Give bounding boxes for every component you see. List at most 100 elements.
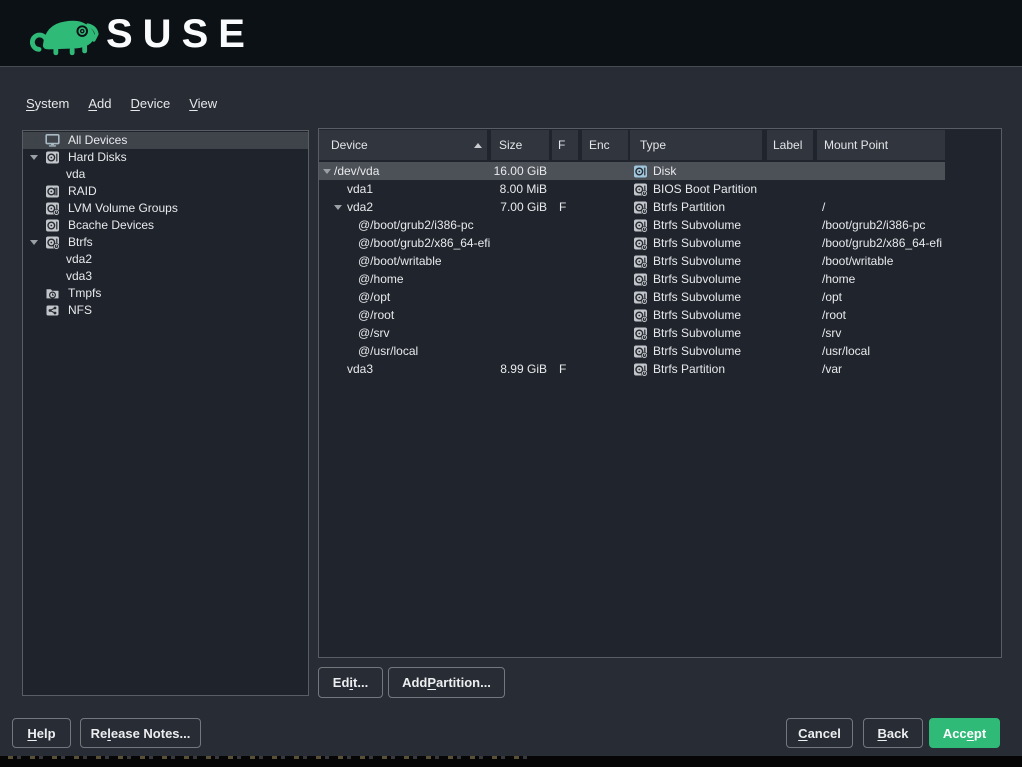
mount-point-cell: /boot/writable — [822, 252, 893, 270]
device-cell: vda1 — [347, 180, 373, 198]
size-cell: 8.99 GiB — [487, 360, 547, 378]
tree-label: NFS — [68, 302, 92, 319]
table-row-opt[interactable]: @/opt Btrfs Subvolume/opt — [319, 288, 1001, 306]
type-cell: Btrfs Partition — [653, 360, 725, 378]
cancel-button[interactable]: Cancel — [786, 718, 853, 748]
sidebar-item-all-devices[interactable]: All Devices — [23, 132, 308, 149]
sort-ascending-icon — [474, 143, 482, 148]
table-row-vda1[interactable]: vda1 8.00 MiB BIOS Boot Partition — [319, 180, 1001, 198]
device-cell: @/boot/grub2/x86_64-efi — [358, 234, 490, 252]
column-header-size[interactable]: Size — [491, 130, 549, 160]
hdd-raid-icon — [45, 184, 60, 199]
size-cell: 7.00 GiB — [487, 198, 547, 216]
monitor-icon — [45, 133, 60, 148]
device-cell: @/boot/grub2/i386-pc — [358, 216, 474, 234]
subvolume-icon — [633, 254, 648, 269]
sidebar-item-vda2[interactable]: vda2 — [23, 251, 308, 268]
device-cell: @/usr/local — [358, 342, 418, 360]
back-button[interactable]: Back — [863, 718, 923, 748]
expander-icon[interactable] — [30, 155, 38, 160]
expander-icon[interactable] — [323, 169, 331, 174]
sidebar-item-tmpfs[interactable]: Tmpfs — [23, 285, 308, 302]
tree-label: vda3 — [66, 268, 92, 285]
folder-clock-icon — [45, 286, 60, 301]
menu-system[interactable]: System — [24, 95, 71, 112]
type-cell: Btrfs Subvolume — [653, 288, 741, 306]
column-header-label[interactable]: Label — [767, 130, 813, 160]
tree-label: Hard Disks — [68, 149, 127, 166]
device-cell: @/srv — [358, 324, 390, 342]
table-row-root[interactable]: @/root Btrfs Subvolume/root — [319, 306, 1001, 324]
help-button[interactable]: Help — [12, 718, 71, 748]
tree-label: LVM Volume Groups — [68, 200, 178, 217]
column-header-device[interactable]: Device — [319, 130, 487, 160]
sidebar-item-vda[interactable]: vda — [23, 166, 308, 183]
device-cell: @/opt — [358, 288, 390, 306]
type-cell: BIOS Boot Partition — [653, 180, 757, 198]
menubar: System Add Device View — [24, 95, 219, 112]
subvolume-icon — [633, 272, 648, 287]
table-row-usr-local[interactable]: @/usr/local Btrfs Subvolume/usr/local — [319, 342, 1001, 360]
table-row-boot-grub2-x86-64-efi[interactable]: @/boot/grub2/x86_64-efi Btrfs Subvolume /… — [319, 234, 1001, 252]
table-row-boot-writable[interactable]: @/boot/writable Btrfs Subvolume/boot/wri… — [319, 252, 1001, 270]
type-cell: Btrfs Subvolume — [653, 306, 741, 324]
device-table-header: DeviceSizeFEncTypeLabelMount Point — [319, 130, 1001, 160]
column-header-f[interactable]: F — [552, 130, 578, 160]
subvolume-icon — [633, 308, 648, 323]
subvolume-icon — [633, 218, 648, 233]
sidebar-item-vda3[interactable]: vda3 — [23, 268, 308, 285]
type-cell: Btrfs Subvolume — [653, 270, 741, 288]
type-cell: Btrfs Subvolume — [653, 234, 741, 252]
mount-point-cell: /home — [822, 270, 855, 288]
tree-label: vda — [66, 166, 85, 183]
menu-view[interactable]: View — [187, 95, 219, 112]
type-cell: Btrfs Partition — [653, 198, 725, 216]
device-cell: /dev/vda — [334, 162, 379, 180]
mount-point-cell: /boot/grub2/x86_64-efi — [822, 234, 942, 252]
sidebar-item-bcache-devices[interactable]: Bcache Devices — [23, 217, 308, 234]
console-remnant-strip — [0, 756, 1022, 767]
size-cell: 8.00 MiB — [487, 180, 547, 198]
column-header-mount-point[interactable]: Mount Point — [817, 130, 945, 160]
mount-point-cell: /boot/grub2/i386-pc — [822, 216, 925, 234]
edit-button[interactable]: Edit... — [318, 667, 383, 698]
table-row-home[interactable]: @/home Btrfs Subvolume/home — [319, 270, 1001, 288]
sidebar-item-btrfs[interactable]: Btrfs — [23, 234, 308, 251]
format-flag-cell: F — [559, 360, 566, 378]
mount-point-cell: /usr/local — [822, 342, 870, 360]
device-cell: @/boot/writable — [358, 252, 442, 270]
mount-point-cell: /var — [822, 360, 842, 378]
expander-icon[interactable] — [30, 240, 38, 245]
type-cell: Btrfs Subvolume — [653, 324, 741, 342]
sidebar-item-raid[interactable]: RAID — [23, 183, 308, 200]
menu-add[interactable]: Add — [86, 95, 113, 112]
table-row-vda2[interactable]: vda27.00 GiBF Btrfs Partition/ — [319, 198, 1001, 216]
brand-wordmark: SUSE — [106, 12, 255, 56]
release-notes-button[interactable]: Release Notes... — [80, 718, 201, 748]
table-row-boot-grub2-i386-pc[interactable]: @/boot/grub2/i386-pc Btrfs Subvolume/boo… — [319, 216, 1001, 234]
sidebar-item-nfs[interactable]: NFS — [23, 302, 308, 319]
device-cell: vda2 — [347, 198, 373, 216]
mount-point-cell: /root — [822, 306, 846, 324]
table-row-vda3[interactable]: vda38.99 GiBF Btrfs Partition/var — [319, 360, 1001, 378]
device-table-panel: DeviceSizeFEncTypeLabelMount Point /dev/… — [318, 128, 1002, 658]
column-header-type[interactable]: Type — [630, 130, 762, 160]
subvolume-icon — [633, 236, 648, 251]
table-row-dev-vda[interactable]: /dev/vda16.00 GiB Disk — [319, 162, 945, 180]
table-row-srv[interactable]: @/srv Btrfs Subvolume/srv — [319, 324, 1001, 342]
type-cell: Disk — [653, 162, 676, 180]
sidebar-item-hard-disks[interactable]: Hard Disks — [23, 149, 308, 166]
sidebar-item-lvm-volume-groups[interactable]: LVM Volume Groups — [23, 200, 308, 217]
add-partition-button[interactable]: Add Partition... — [388, 667, 505, 698]
accept-button[interactable]: Accept — [929, 718, 1000, 748]
partition-icon — [633, 200, 648, 215]
type-cell: Btrfs Subvolume — [653, 216, 741, 234]
hdd-icon — [45, 150, 60, 165]
expander-icon[interactable] — [334, 205, 342, 210]
column-header-enc[interactable]: Enc — [582, 130, 628, 160]
app-header: SUSE — [0, 0, 1022, 67]
hdd-btrfs-icon — [45, 235, 60, 250]
yast-expert-partitioner-window: { "header": { "brand": "SUSE" }, "menuba… — [0, 0, 1022, 767]
menu-device[interactable]: Device — [128, 95, 172, 112]
suse-chameleon-logo-icon — [26, 10, 102, 58]
